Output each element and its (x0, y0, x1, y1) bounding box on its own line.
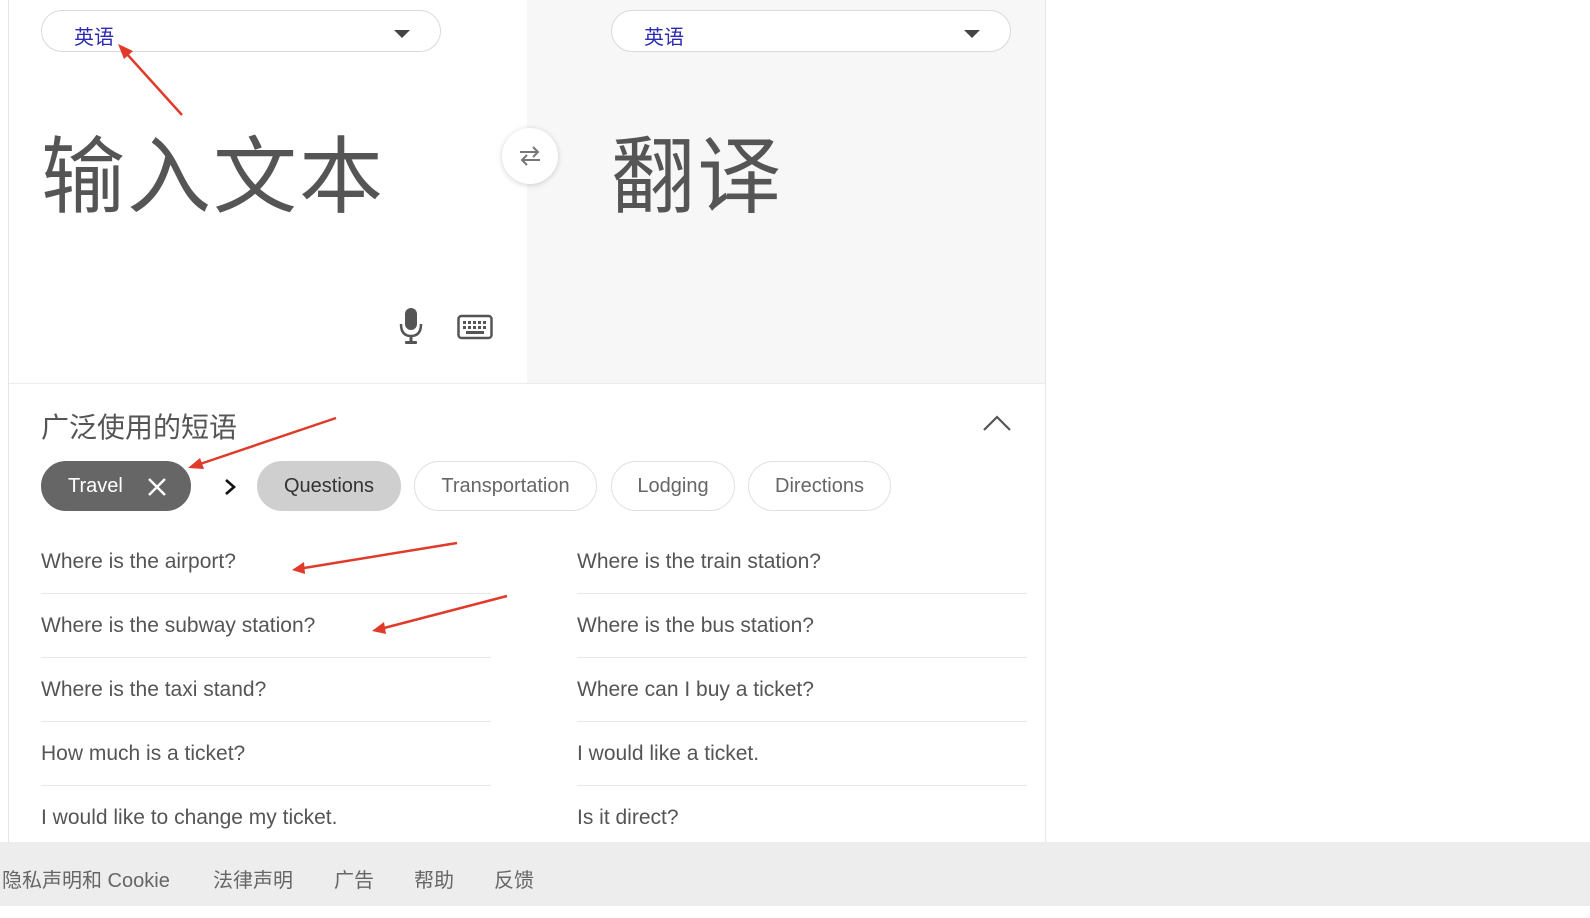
swap-arrows-icon (520, 146, 540, 166)
chevron-right-icon (225, 479, 236, 495)
footer-link-legal[interactable]: 法律声明 (213, 864, 293, 893)
phrase-item[interactable]: I would like a ticket. (577, 722, 1027, 786)
chip-travel[interactable]: Travel (41, 461, 191, 511)
phrase-item[interactable]: Where is the train station? (577, 530, 1027, 594)
dropdown-caret-icon (394, 30, 410, 38)
target-pane: 英语 翻译 (527, 0, 1045, 383)
target-language-select[interactable]: 英语 (611, 10, 1011, 52)
translator-card: 英语 输入文本 英语 翻译 广泛使用的短语 Travel Questions T… (8, 0, 1046, 842)
chip-transportation[interactable]: Transportation (414, 461, 597, 511)
source-text-input[interactable]: 输入文本 (41, 110, 385, 231)
source-language-select[interactable]: 英语 (41, 10, 441, 52)
footer-link-ads[interactable]: 广告 (334, 864, 374, 893)
footer-link-help[interactable]: 帮助 (414, 864, 454, 893)
translation-output: 翻译 (611, 130, 784, 224)
microphone-icon[interactable] (397, 306, 425, 346)
chip-questions[interactable]: Questions (257, 461, 401, 511)
source-pane: 英语 输入文本 (9, 0, 527, 383)
footer-link-privacy[interactable]: 隐私声明和 Cookie (2, 864, 170, 893)
chevron-up-icon[interactable] (981, 412, 1013, 434)
page-bottom (0, 906, 1590, 918)
footer: 隐私声明和 Cookie 法律声明 广告 帮助 反馈 (0, 842, 1590, 906)
close-icon[interactable] (146, 476, 168, 498)
phrase-item[interactable]: Where is the bus station? (577, 594, 1027, 658)
dropdown-caret-icon (964, 30, 980, 38)
common-phrases-title: 广泛使用的短语 (41, 412, 238, 443)
phrase-item[interactable]: Where is the taxi stand? (41, 658, 491, 722)
source-language-label: 英语 (74, 27, 114, 49)
phrase-item[interactable]: How much is a ticket? (41, 722, 491, 786)
target-language-label: 英语 (644, 27, 684, 49)
swap-languages-button[interactable] (502, 128, 558, 184)
phrase-item[interactable]: I would like to change my ticket. (41, 786, 491, 842)
divider (9, 383, 1045, 384)
chip-directions[interactable]: Directions (748, 461, 891, 511)
phrase-item[interactable]: Where is the airport? (41, 530, 491, 594)
footer-link-feedback[interactable]: 反馈 (494, 864, 534, 893)
phrase-item[interactable]: Is it direct? (577, 786, 1027, 842)
keyboard-icon[interactable] (457, 313, 493, 341)
chip-lodging[interactable]: Lodging (611, 461, 735, 511)
phrase-item[interactable]: Where can I buy a ticket? (577, 658, 1027, 722)
phrase-item[interactable]: Where is the subway station? (41, 594, 491, 658)
chip-travel-label: Travel (68, 475, 123, 497)
